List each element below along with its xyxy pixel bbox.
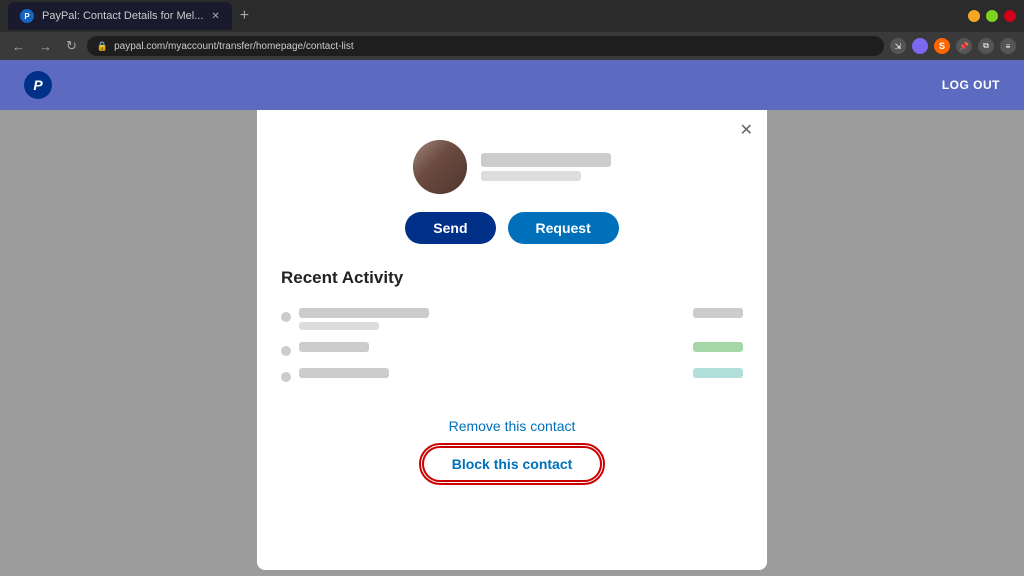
- maximize-button[interactable]: [986, 10, 998, 22]
- browser-toolbar: ⇲ S 📌 ⧉ ≡: [890, 38, 1016, 54]
- contact-info: [481, 153, 611, 181]
- activity-row-left: [281, 308, 429, 330]
- address-bar[interactable]: 🔒 paypal.com/myaccount/transfer/homepage…: [87, 36, 884, 56]
- remove-contact-link[interactable]: Remove this contact: [449, 418, 576, 434]
- activity-row: [281, 336, 743, 362]
- paypal-logo: P: [24, 71, 52, 99]
- activity-row: [281, 362, 743, 388]
- url-text: paypal.com/myaccount/transfer/homepage/c…: [114, 41, 354, 52]
- contact-detail-modal: ✕ Send Request Recent Activity: [257, 110, 767, 570]
- activity-sub: [299, 322, 379, 330]
- lock-icon: 🔒: [97, 41, 108, 52]
- cast-icon[interactable]: ⇲: [890, 38, 906, 54]
- modal-close-button[interactable]: ✕: [740, 120, 753, 140]
- activity-amount: [693, 342, 743, 352]
- recent-activity-section: Recent Activity: [281, 268, 743, 388]
- activity-amount: [693, 368, 743, 378]
- bottom-links: Remove this contact Block this contact: [422, 418, 603, 482]
- back-button[interactable]: ←: [8, 37, 29, 56]
- contact-name: [481, 153, 611, 167]
- contact-email: [481, 171, 581, 181]
- pin-icon[interactable]: 📌: [956, 38, 972, 54]
- activity-text: [299, 308, 429, 330]
- activity-row: [281, 302, 743, 336]
- activity-row-left: [281, 368, 389, 382]
- activity-row-left: [281, 342, 369, 356]
- extensions-icon[interactable]: ⧉: [978, 38, 994, 54]
- activity-icon: [281, 312, 291, 322]
- page: P LOG OUT ✕ Send Request: [0, 60, 1024, 576]
- tab-title: PayPal: Contact Details for Mel...: [42, 10, 203, 22]
- activity-icon: [281, 346, 291, 356]
- window-controls: [968, 10, 1016, 22]
- close-window-button[interactable]: [1004, 10, 1016, 22]
- activity-amount: [693, 308, 743, 318]
- forward-button[interactable]: →: [35, 37, 56, 56]
- new-tab-button[interactable]: +: [232, 7, 257, 25]
- activity-text: [299, 368, 389, 378]
- activity-name: [299, 342, 369, 352]
- sync-icon[interactable]: S: [934, 38, 950, 54]
- avatar-image: [413, 140, 467, 194]
- tab-close-icon[interactable]: ✕: [211, 11, 219, 22]
- recent-activity-title: Recent Activity: [281, 268, 743, 288]
- menu-icon[interactable]: ≡: [1000, 38, 1016, 54]
- reload-button[interactable]: ↻: [62, 36, 81, 56]
- send-button[interactable]: Send: [405, 212, 495, 244]
- avatar: [413, 140, 467, 194]
- request-button[interactable]: Request: [508, 212, 619, 244]
- browser-title-bar: P PayPal: Contact Details for Mel... ✕ +: [0, 0, 1024, 32]
- tab-favicon: P: [20, 9, 34, 23]
- minimize-button[interactable]: [968, 10, 980, 22]
- profile-icon[interactable]: [912, 38, 928, 54]
- logout-button[interactable]: LOG OUT: [942, 78, 1000, 92]
- activity-icon: [281, 372, 291, 382]
- contact-section: [281, 140, 743, 194]
- address-bar-row: ← → ↻ 🔒 paypal.com/myaccount/transfer/ho…: [0, 32, 1024, 60]
- block-contact-button[interactable]: Block this contact: [422, 446, 603, 482]
- action-buttons: Send Request: [405, 212, 618, 244]
- activity-name: [299, 368, 389, 378]
- page-content: ✕ Send Request Recent Activity: [0, 110, 1024, 576]
- active-tab[interactable]: P PayPal: Contact Details for Mel... ✕: [8, 2, 232, 30]
- tab-bar: P PayPal: Contact Details for Mel... ✕ +: [8, 0, 962, 32]
- activity-text: [299, 342, 369, 352]
- activity-name: [299, 308, 429, 318]
- paypal-header: P LOG OUT: [0, 60, 1024, 110]
